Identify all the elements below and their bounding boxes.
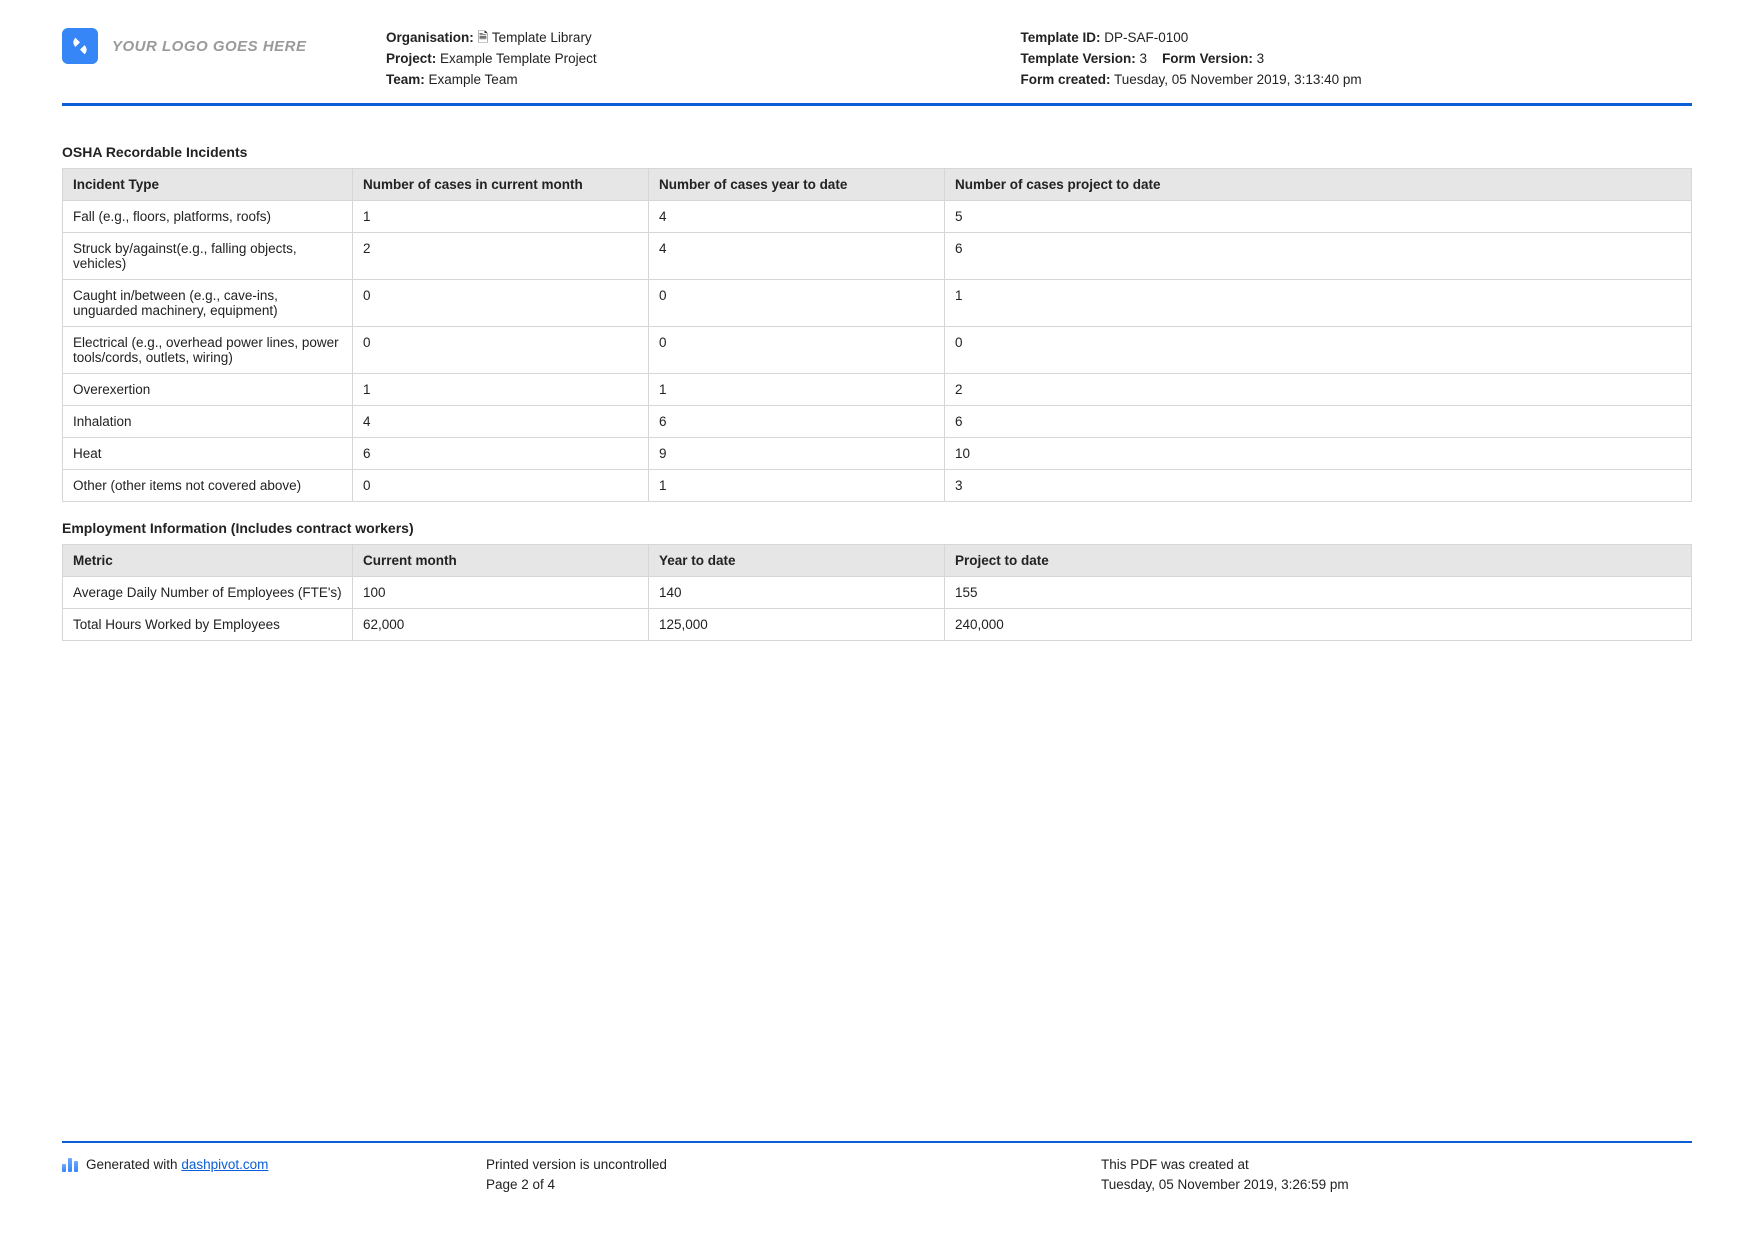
row-label-cell: Total Hours Worked by Employees bbox=[63, 608, 353, 640]
osha-table: Incident Type Number of cases in current… bbox=[62, 168, 1692, 502]
row-value-cell: 62,000 bbox=[353, 608, 649, 640]
row-value-cell: 1 bbox=[945, 279, 1692, 326]
row-value-cell: 240,000 bbox=[945, 608, 1692, 640]
form-created-value: Tuesday, 05 November 2019, 3:13:40 pm bbox=[1114, 72, 1362, 87]
project-label: Project: bbox=[386, 51, 436, 66]
table-row: Other (other items not covered above)013 bbox=[63, 469, 1692, 501]
row-value-cell: 0 bbox=[353, 469, 649, 501]
dashpivot-bars-icon bbox=[62, 1158, 78, 1172]
row-value-cell: 2 bbox=[945, 373, 1692, 405]
uncontrolled-notice: Printed version is uncontrolled bbox=[486, 1155, 1077, 1175]
row-value-cell: 6 bbox=[649, 405, 945, 437]
table-row: Average Daily Number of Employees (FTE's… bbox=[63, 576, 1692, 608]
form-version-label: Form Version: bbox=[1162, 51, 1253, 66]
footer-center: Printed version is uncontrolled Page 2 o… bbox=[486, 1155, 1077, 1196]
row-label-cell: Overexertion bbox=[63, 373, 353, 405]
org-value: 🗎 Template Library bbox=[478, 30, 592, 45]
row-label-cell: Average Daily Number of Employees (FTE's… bbox=[63, 576, 353, 608]
col-year-to-date: Number of cases year to date bbox=[649, 168, 945, 200]
row-value-cell: 0 bbox=[353, 279, 649, 326]
row-label-cell: Electrical (e.g., overhead power lines, … bbox=[63, 326, 353, 373]
dashpivot-link[interactable]: dashpivot.com bbox=[181, 1157, 268, 1172]
page-number: Page 2 of 4 bbox=[486, 1175, 1077, 1195]
team-value: Example Team bbox=[429, 72, 518, 87]
table-header-row: Incident Type Number of cases in current… bbox=[63, 168, 1692, 200]
row-value-cell: 1 bbox=[353, 200, 649, 232]
logo-block: YOUR LOGO GOES HERE bbox=[62, 28, 362, 64]
row-label-cell: Struck by/against(e.g., falling objects,… bbox=[63, 232, 353, 279]
created-at-label: This PDF was created at bbox=[1101, 1155, 1692, 1175]
row-value-cell: 1 bbox=[649, 469, 945, 501]
table-row: Struck by/against(e.g., falling objects,… bbox=[63, 232, 1692, 279]
row-value-cell: 4 bbox=[649, 232, 945, 279]
form-created-label: Form created: bbox=[1020, 72, 1110, 87]
col-current-month: Current month bbox=[353, 544, 649, 576]
table-row: Overexertion112 bbox=[63, 373, 1692, 405]
col-project-to-date: Project to date bbox=[945, 544, 1692, 576]
document-header: YOUR LOGO GOES HERE Organisation: 🗎 Temp… bbox=[62, 28, 1692, 106]
meta-left-column: Organisation: 🗎 Template Library Project… bbox=[386, 28, 996, 91]
row-value-cell: 9 bbox=[649, 437, 945, 469]
col-project-to-date: Number of cases project to date bbox=[945, 168, 1692, 200]
employment-section-title: Employment Information (Includes contrac… bbox=[62, 520, 1692, 536]
row-label-cell: Other (other items not covered above) bbox=[63, 469, 353, 501]
row-value-cell: 6 bbox=[353, 437, 649, 469]
row-value-cell: 3 bbox=[945, 469, 1692, 501]
row-label-cell: Caught in/between (e.g., cave-ins, ungua… bbox=[63, 279, 353, 326]
row-value-cell: 6 bbox=[945, 232, 1692, 279]
row-label-cell: Fall (e.g., floors, platforms, roofs) bbox=[63, 200, 353, 232]
document-content: OSHA Recordable Incidents Incident Type … bbox=[62, 106, 1692, 641]
footer-generated: Generated with dashpivot.com bbox=[62, 1155, 462, 1175]
row-value-cell: 0 bbox=[649, 279, 945, 326]
col-metric: Metric bbox=[63, 544, 353, 576]
generated-prefix: Generated with bbox=[86, 1157, 181, 1172]
table-row: Fall (e.g., floors, platforms, roofs)145 bbox=[63, 200, 1692, 232]
osha-section-title: OSHA Recordable Incidents bbox=[62, 144, 1692, 160]
row-value-cell: 1 bbox=[353, 373, 649, 405]
logo-placeholder-text: YOUR LOGO GOES HERE bbox=[112, 38, 307, 55]
row-value-cell: 6 bbox=[945, 405, 1692, 437]
row-value-cell: 100 bbox=[353, 576, 649, 608]
employment-table: Metric Current month Year to date Projec… bbox=[62, 544, 1692, 641]
row-label-cell: Inhalation bbox=[63, 405, 353, 437]
table-row: Total Hours Worked by Employees62,000125… bbox=[63, 608, 1692, 640]
table-row: Caught in/between (e.g., cave-ins, ungua… bbox=[63, 279, 1692, 326]
table-row: Electrical (e.g., overhead power lines, … bbox=[63, 326, 1692, 373]
template-version-label: Template Version: bbox=[1020, 51, 1135, 66]
team-label: Team: bbox=[386, 72, 425, 87]
logo-icon bbox=[62, 28, 98, 64]
row-value-cell: 140 bbox=[649, 576, 945, 608]
row-label-cell: Heat bbox=[63, 437, 353, 469]
meta-right-column: Template ID: DP-SAF-0100 Template Versio… bbox=[1020, 28, 1692, 91]
created-at-value: Tuesday, 05 November 2019, 3:26:59 pm bbox=[1101, 1175, 1692, 1195]
document-footer: Generated with dashpivot.com Printed ver… bbox=[62, 1141, 1692, 1196]
row-value-cell: 10 bbox=[945, 437, 1692, 469]
table-header-row: Metric Current month Year to date Projec… bbox=[63, 544, 1692, 576]
row-value-cell: 4 bbox=[353, 405, 649, 437]
row-value-cell: 155 bbox=[945, 576, 1692, 608]
footer-right: This PDF was created at Tuesday, 05 Nove… bbox=[1101, 1155, 1692, 1196]
row-value-cell: 5 bbox=[945, 200, 1692, 232]
form-version-value: 3 bbox=[1257, 51, 1265, 66]
row-value-cell: 2 bbox=[353, 232, 649, 279]
col-incident-type: Incident Type bbox=[63, 168, 353, 200]
row-value-cell: 0 bbox=[649, 326, 945, 373]
table-row: Heat6910 bbox=[63, 437, 1692, 469]
row-value-cell: 125,000 bbox=[649, 608, 945, 640]
row-value-cell: 4 bbox=[649, 200, 945, 232]
row-value-cell: 0 bbox=[945, 326, 1692, 373]
row-value-cell: 0 bbox=[353, 326, 649, 373]
template-version-value: 3 bbox=[1140, 51, 1148, 66]
table-row: Inhalation466 bbox=[63, 405, 1692, 437]
project-value: Example Template Project bbox=[440, 51, 597, 66]
row-value-cell: 1 bbox=[649, 373, 945, 405]
template-id-value: DP-SAF-0100 bbox=[1104, 30, 1188, 45]
org-label: Organisation: bbox=[386, 30, 474, 45]
col-year-to-date: Year to date bbox=[649, 544, 945, 576]
template-id-label: Template ID: bbox=[1020, 30, 1100, 45]
col-current-month: Number of cases in current month bbox=[353, 168, 649, 200]
